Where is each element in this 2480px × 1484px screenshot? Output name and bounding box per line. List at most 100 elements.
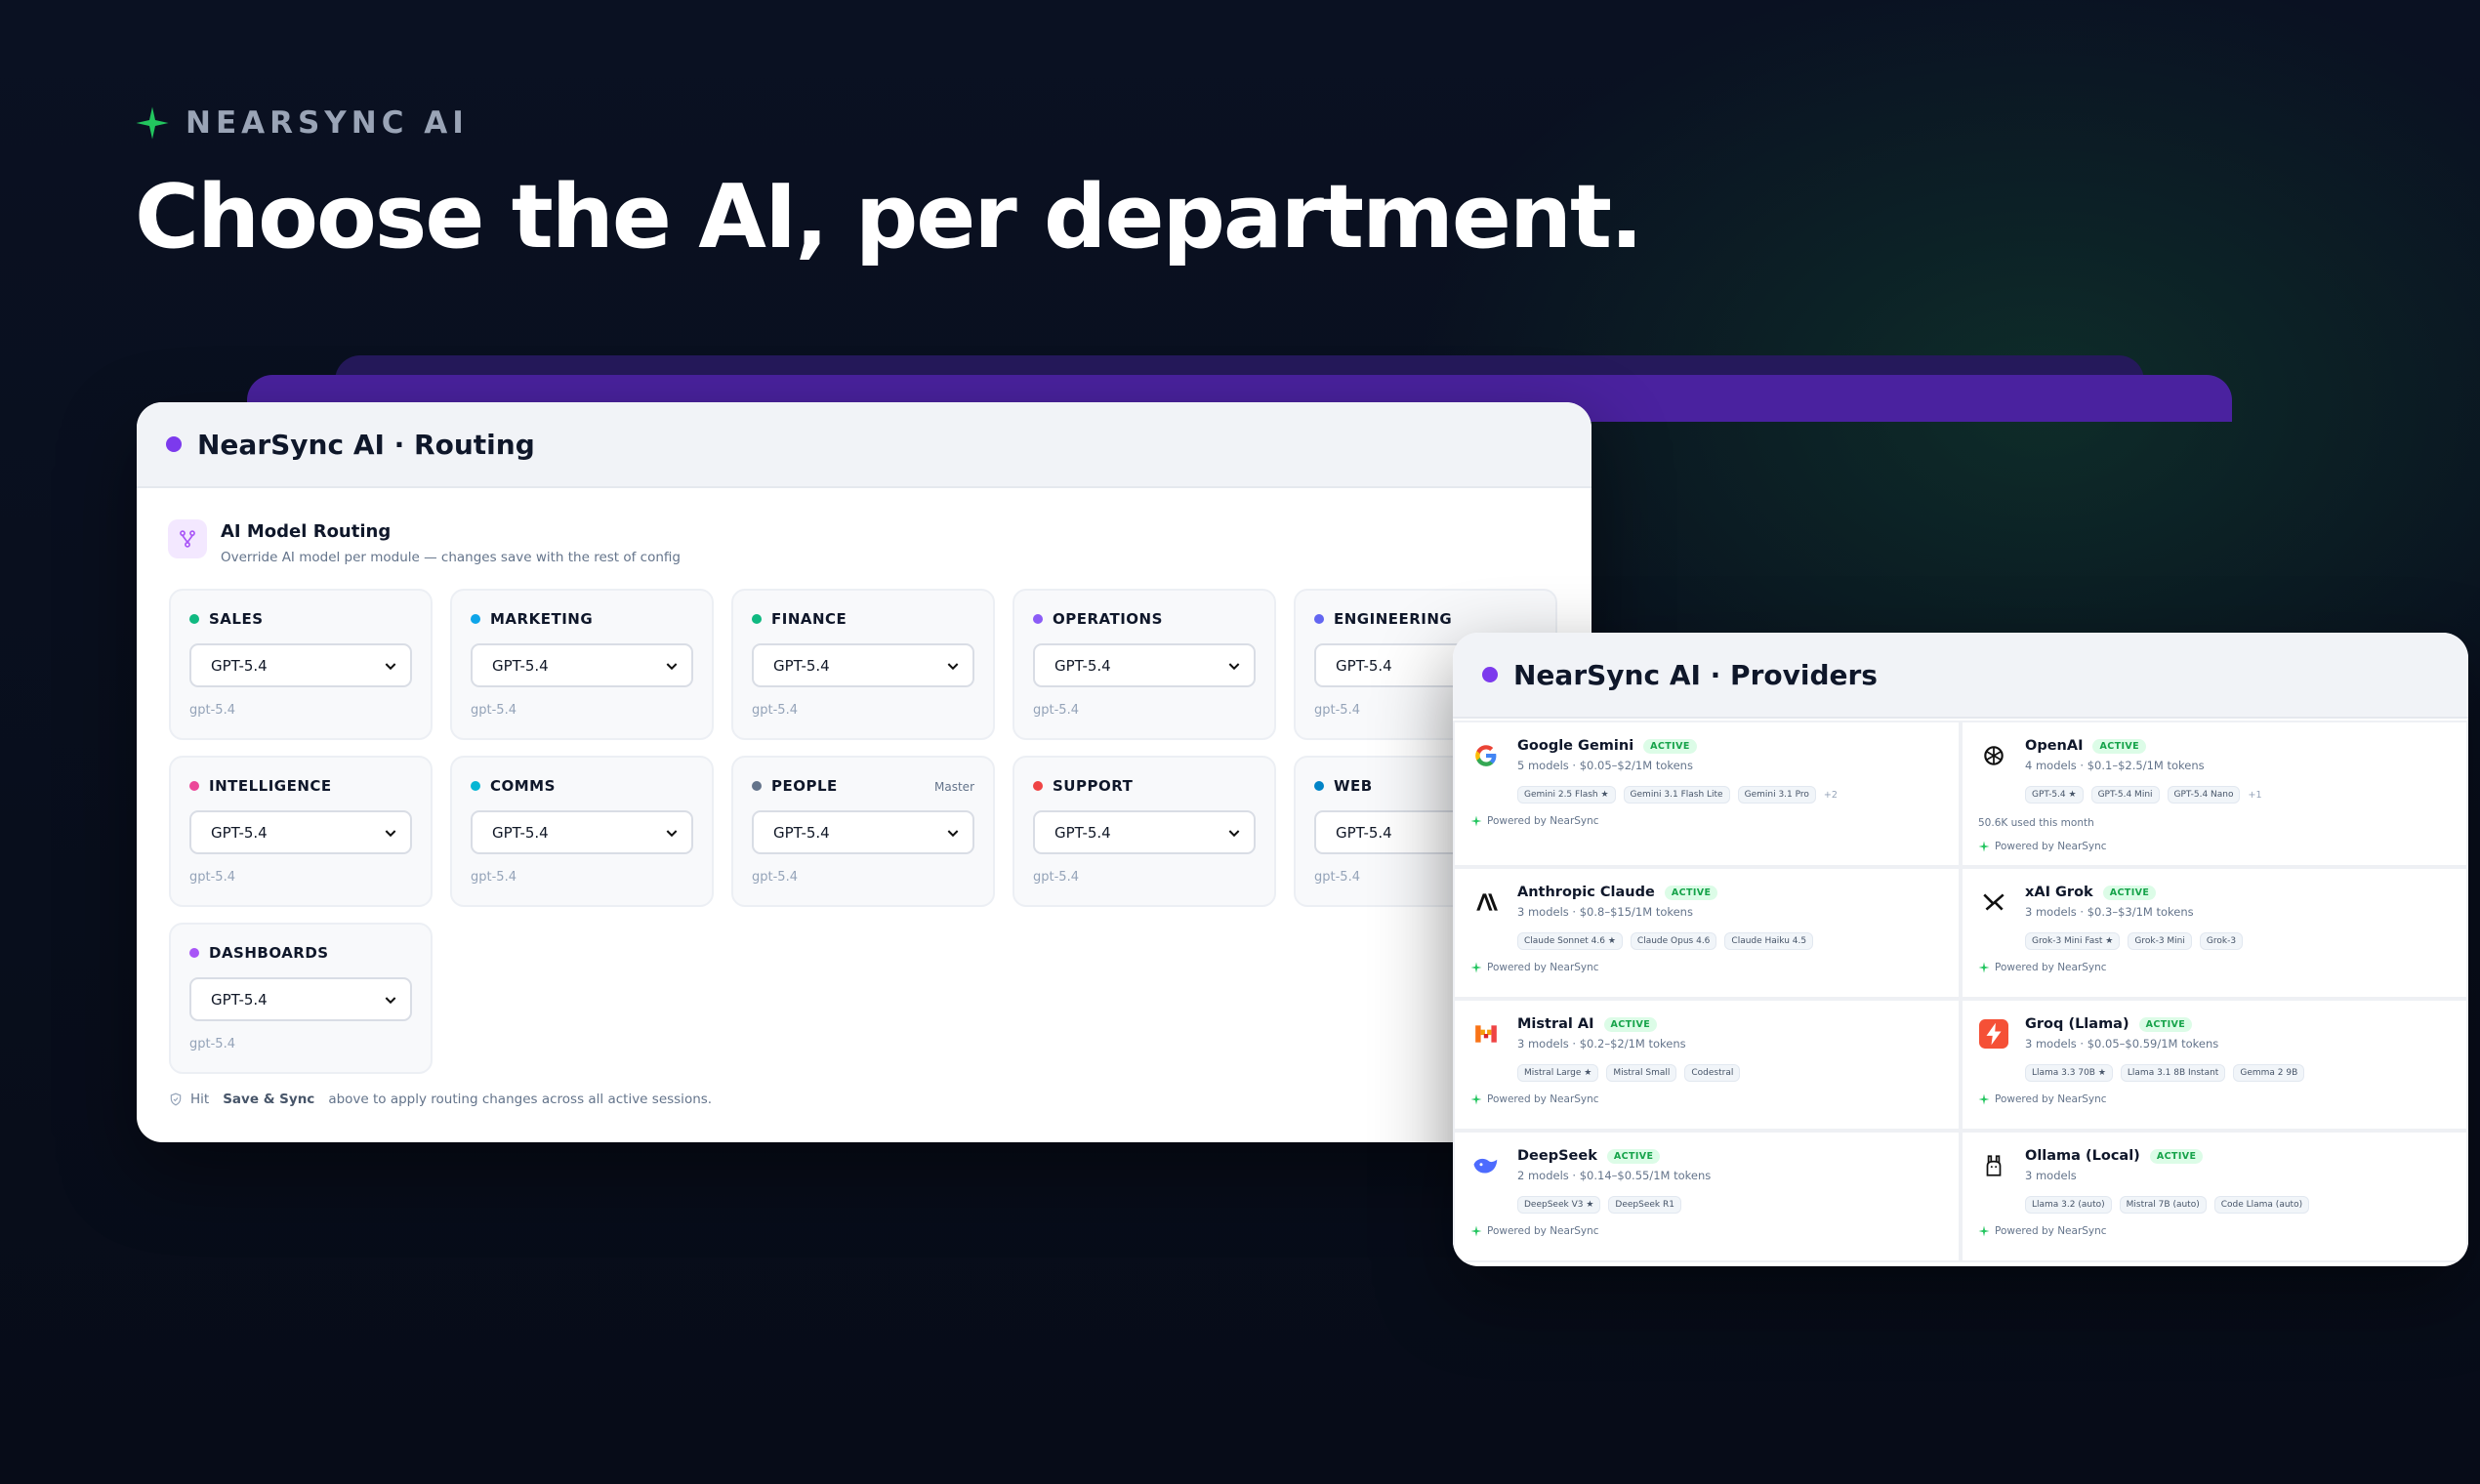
model-id: gpt-5.4 — [752, 703, 798, 718]
department-color-dot — [189, 614, 199, 624]
anthropic-icon — [1470, 886, 1502, 918]
department-color-dot — [1033, 614, 1043, 624]
powered-by: Powered by NearSync — [1470, 1093, 1945, 1105]
model-chip: GPT-5.4 ★ — [2025, 786, 2084, 804]
model-select-value: GPT-5.4 — [773, 656, 830, 675]
sparkle-icon — [1978, 1225, 1990, 1237]
department-name: SALES — [209, 610, 264, 628]
master-tag: Master — [934, 780, 974, 794]
model-select[interactable]: GPT-5.4 — [189, 977, 412, 1021]
department-name: INTELLIGENCE — [209, 777, 332, 795]
provider-card[interactable]: Mistral AI ACTIVE 3 models · $0.2–$2/1M to… — [1453, 999, 1961, 1131]
model-select-value: GPT-5.4 — [492, 656, 549, 675]
model-select[interactable]: GPT-5.4 — [752, 643, 974, 687]
powered-by: Powered by NearSync — [1470, 1225, 1945, 1237]
brand-name: NEARSYNC AI — [186, 105, 469, 141]
department-color-dot — [189, 781, 199, 791]
provider-card[interactable]: Ollama (Local) ACTIVE 3 models Llama 3.2 (a… — [1961, 1131, 2468, 1262]
model-chip: DeepSeek R1 — [1608, 1196, 1681, 1214]
powered-by: Powered by NearSync — [1978, 841, 2453, 852]
department-label: COMMS — [471, 777, 693, 795]
active-badge: ACTIVE — [1643, 738, 1697, 754]
status-dot — [1482, 667, 1498, 682]
model-chip: Claude Haiku 4.5 — [1724, 932, 1814, 950]
model-select[interactable]: GPT-5.4 — [752, 810, 974, 854]
provider-name: Google Gemini — [1517, 738, 1634, 754]
status-dot — [166, 436, 182, 452]
provider-meta: 2 models · $0.14–$0.55/1M tokens — [1517, 1169, 1712, 1182]
more-models: +2 — [1823, 789, 1838, 801]
model-chip: Mistral Small — [1606, 1064, 1677, 1082]
department-label: MARKETING — [471, 610, 693, 628]
model-chips: Llama 3.3 70B ★ Llama 3.1 8B Instant Gemma… — [2025, 1064, 2453, 1082]
routing-window: NearSync AI · Routing AI Model Routing O… — [137, 402, 1591, 1142]
model-select[interactable]: GPT-5.4 — [471, 643, 693, 687]
provider-card[interactable]: Groq (Llama) ACTIVE 3 models · $0.05–$0.59… — [1961, 999, 2468, 1131]
model-select-value: GPT-5.4 — [773, 823, 830, 842]
department-color-dot — [1314, 614, 1324, 624]
powered-by: Powered by NearSync — [1978, 1225, 2453, 1237]
provider-card[interactable]: Google Gemini ACTIVE 5 models · $0.05–$2/1… — [1453, 721, 1961, 867]
department-name: ENGINEERING — [1334, 610, 1453, 628]
mistral-icon — [1470, 1018, 1502, 1050]
department-label: SUPPORT — [1033, 777, 1256, 795]
model-chip: Gemma 2 9B — [2233, 1064, 2305, 1082]
department-card: COMMS GPT-5.4 gpt-5.4 — [450, 756, 714, 907]
sparkle-icon — [136, 106, 169, 140]
providers-window: NearSync AI · Providers Google Gemini ACT… — [1453, 633, 2468, 1266]
model-chip: Llama 3.3 70B ★ — [2025, 1064, 2113, 1082]
providers-window-title: NearSync AI · Providers — [1513, 658, 1878, 691]
model-select[interactable]: GPT-5.4 — [471, 810, 693, 854]
model-select[interactable]: GPT-5.4 — [189, 810, 412, 854]
model-select[interactable]: GPT-5.4 — [189, 643, 412, 687]
model-chip: Llama 3.1 8B Instant — [2120, 1064, 2226, 1082]
department-color-dot — [752, 781, 762, 791]
xai-icon — [1978, 886, 2009, 918]
department-color-dot — [189, 948, 199, 958]
sparkle-icon — [1470, 815, 1482, 827]
provider-card[interactable]: xAI Grok ACTIVE 3 models · $0.3–$3/1M toke… — [1961, 867, 2468, 999]
department-label: INTELLIGENCE — [189, 777, 412, 795]
provider-card[interactable]: OpenAI ACTIVE 4 models · $0.1–$2.5/1M toke… — [1961, 721, 2468, 867]
powered-by: Powered by NearSync — [1470, 962, 1945, 973]
model-id: gpt-5.4 — [752, 870, 798, 885]
active-badge: ACTIVE — [2149, 1148, 2204, 1164]
provider-card[interactable]: DeepSeek ACTIVE 2 models · $0.14–$0.55/1M … — [1453, 1131, 1961, 1262]
department-name: PEOPLE — [771, 777, 838, 795]
model-chips: Gemini 2.5 Flash ★ Gemini 3.1 Flash Lite G… — [1517, 786, 1945, 804]
provider-name: Groq (Llama) — [2025, 1016, 2129, 1032]
provider-name: Ollama (Local) — [2025, 1148, 2140, 1164]
more-models: +1 — [2248, 789, 2262, 801]
model-chip: DeepSeek V3 ★ — [1517, 1196, 1601, 1214]
active-badge: ACTIVE — [2092, 738, 2147, 754]
active-badge: ACTIVE — [2102, 885, 2157, 900]
model-select[interactable]: GPT-5.4 — [1033, 810, 1256, 854]
deepseek-whale-icon — [1470, 1150, 1502, 1181]
provider-meta: 5 models · $0.05–$2/1M tokens — [1517, 759, 1693, 772]
model-chip: Code Llama (auto) — [2213, 1196, 2310, 1214]
model-id: gpt-5.4 — [1033, 703, 1079, 718]
provider-card[interactable]: Anthropic Claude ACTIVE 3 models · $0.8–$1… — [1453, 867, 1961, 999]
department-color-dot — [1033, 781, 1043, 791]
model-chip: Mistral Large ★ — [1517, 1064, 1599, 1082]
sparkle-icon — [1470, 1093, 1482, 1105]
chevron-down-icon — [385, 662, 396, 670]
provider-meta: 3 models · $0.2–$2/1M tokens — [1517, 1037, 1686, 1051]
routing-window-header: NearSync AI · Routing — [137, 402, 1591, 488]
model-select[interactable]: GPT-5.4 — [1033, 643, 1256, 687]
save-hint: Hit Save & Sync above to apply routing cha… — [169, 1092, 712, 1107]
section-subtitle: Override AI model per module — changes s… — [221, 550, 681, 565]
model-chip: Mistral 7B (auto) — [2119, 1196, 2207, 1214]
department-name: FINANCE — [771, 610, 847, 628]
save-sync-label: Save & Sync — [223, 1092, 315, 1107]
provider-meta: 3 models · $0.8–$15/1M tokens — [1517, 905, 1693, 919]
sparkle-icon — [1978, 962, 1990, 973]
powered-by: Powered by NearSync — [1978, 1093, 2453, 1105]
shield-check-icon — [170, 1092, 182, 1106]
model-select-value: GPT-5.4 — [1054, 656, 1111, 675]
department-name: OPERATIONS — [1053, 610, 1163, 628]
model-select-value: GPT-5.4 — [211, 990, 268, 1009]
model-chips: DeepSeek V3 ★ DeepSeek R1 — [1517, 1196, 1945, 1214]
model-select-value: GPT-5.4 — [1054, 823, 1111, 842]
sparkle-icon — [1978, 841, 1990, 852]
